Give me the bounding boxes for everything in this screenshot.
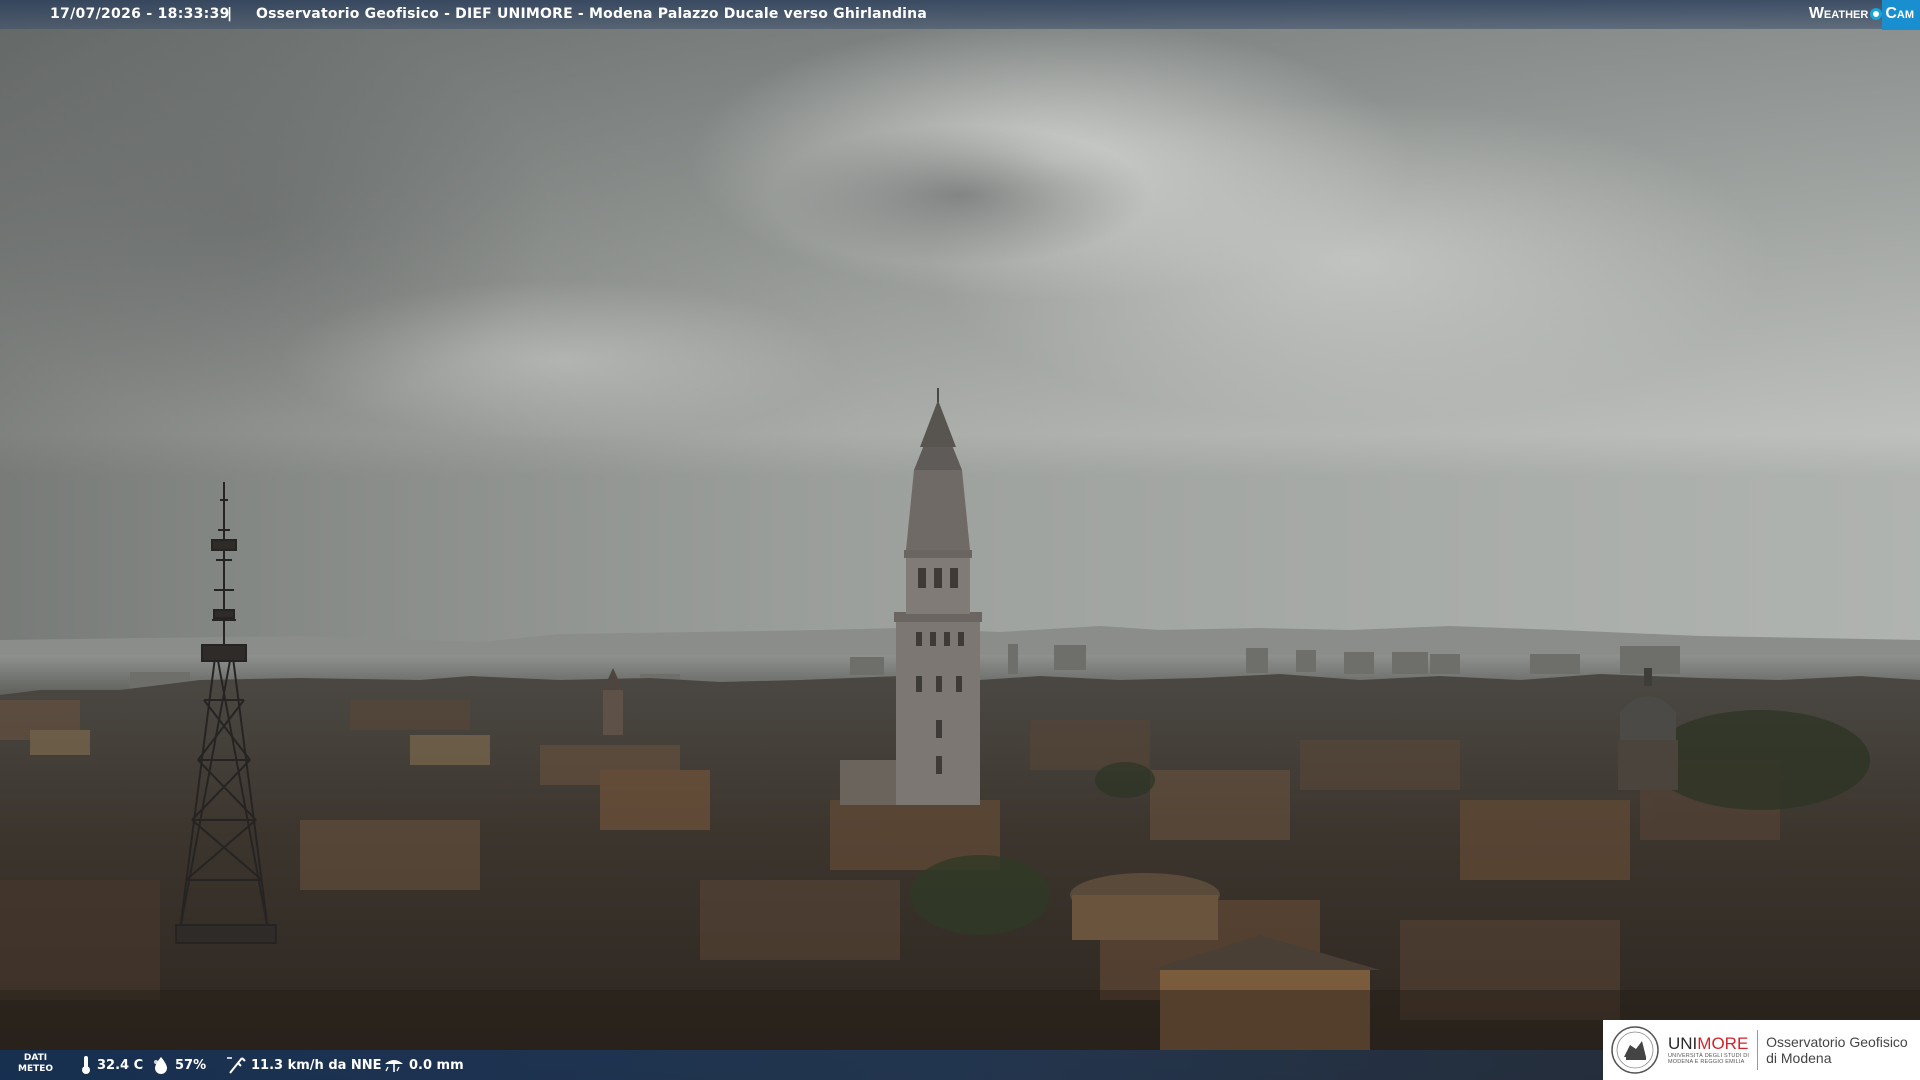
unimore-subline-2: MODENA E REGGIO EMILIA: [1668, 1059, 1745, 1065]
droplet-icon: [154, 1057, 167, 1074]
observatory-name: Osservatorio Geofisico di Modena: [1766, 1034, 1908, 1066]
thermometer-icon: [82, 1056, 90, 1074]
weather-data-label-line2: METEO: [18, 1064, 54, 1074]
weathercam-logo-cam: Cam: [1882, 0, 1920, 30]
rain-value: 0.0 mm: [409, 1057, 464, 1073]
unimore-wordmark: UNIMORE UNIVERSITÀ DEGLI STUDI DI MODENA…: [1668, 1034, 1749, 1066]
wind-value: 11.3 km/h da NNE: [251, 1057, 382, 1073]
humidity-readout: 57%: [152, 1050, 206, 1080]
humidity-value: 57%: [175, 1057, 207, 1073]
temperature-value: 32.4 C: [97, 1057, 144, 1073]
unimore-uni: UNI: [1668, 1034, 1698, 1053]
observatory-name-line2: di Modena: [1766, 1050, 1832, 1066]
weather-data-bar: DATI METEO 32.4 C 57% 11.3 km/h da NNE 0…: [0, 1050, 1603, 1080]
observatory-name-line1: Osservatorio Geofisico: [1766, 1034, 1908, 1050]
wind-readout: 11.3 km/h da NNE: [226, 1050, 382, 1080]
logo-divider: [1757, 1030, 1759, 1070]
timestamp: 17/07/2026 - 18:33:39: [50, 6, 230, 22]
separator: |: [227, 6, 233, 22]
weathercam-logo-weather: Weather: [1808, 5, 1869, 22]
weather-data-label-line1: DATI: [23, 1053, 48, 1063]
rain-gauge-icon: [385, 1060, 403, 1072]
rain-readout: 0.0 mm: [384, 1050, 464, 1080]
wind-icon: [227, 1057, 246, 1074]
temperature-readout: 32.4 C: [80, 1050, 143, 1080]
weathercam-logo-dot: [1870, 7, 1883, 20]
webcam-info-bar: 17/07/2026 - 18:33:39 | Osservatorio Geo…: [0, 0, 1920, 30]
webcam-photo: [0, 0, 1920, 1080]
unimore-more: MORE: [1697, 1034, 1749, 1053]
weathercam-logo: Weather Cam: [1803, 0, 1920, 30]
weather-data-label: DATI METEO: [18, 1053, 53, 1075]
unimore-seal-icon: [1611, 1026, 1659, 1074]
webcam-title: Osservatorio Geofisico - DIEF UNIMORE - …: [256, 6, 927, 22]
unimore-observatory-logo: UNIMORE UNIVERSITÀ DEGLI STUDI DI MODENA…: [1603, 1020, 1920, 1080]
